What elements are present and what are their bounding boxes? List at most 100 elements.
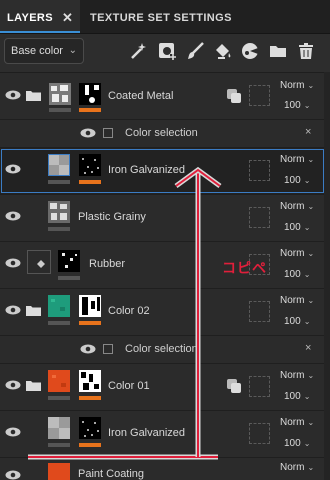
channel-select-value: Base color [11, 45, 63, 57]
close-icon[interactable]: × [305, 342, 311, 354]
layer-row[interactable]: Plastic Grainy Norm ⌄ 100 ⌄ [0, 195, 330, 242]
mask-bar [79, 180, 101, 184]
blend-mode[interactable]: Norm ⌄ [280, 154, 314, 165]
panel-tabs: LAYERS ✕ TEXTURE SET SETTINGS [0, 0, 330, 34]
opacity-value: 100 [284, 391, 301, 402]
empty-slot[interactable] [249, 85, 270, 106]
blend-mode[interactable]: Norm ⌄ [280, 417, 314, 428]
fill-layer-icon [27, 250, 51, 274]
fill-bucket-icon[interactable] [213, 41, 233, 61]
layer-name[interactable]: Paint Coating [78, 468, 144, 480]
eye-icon[interactable] [5, 470, 21, 480]
effect-checkbox[interactable] [103, 344, 113, 354]
blend-mode[interactable]: Norm ⌄ [280, 201, 314, 212]
effect-name[interactable]: Color selection [125, 343, 198, 355]
layer-row[interactable]: Paint Coating Norm ⌄ [0, 458, 330, 480]
channel-select[interactable]: Base color ⌄ [4, 38, 84, 64]
mask-bar [79, 443, 101, 447]
eye-icon[interactable] [5, 211, 21, 221]
layer-mask-thumbnail [79, 417, 101, 439]
empty-slot[interactable] [249, 160, 270, 181]
layer-name[interactable]: Iron Galvanized [108, 164, 185, 176]
eye-icon[interactable] [80, 128, 96, 138]
eye-icon[interactable] [5, 164, 21, 174]
folder-icon [26, 91, 41, 101]
layer-name[interactable]: Color 02 [108, 305, 150, 317]
opacity-value: 100 [284, 438, 301, 449]
trash-icon[interactable] [296, 41, 316, 61]
opacity[interactable]: 100 ⌄ [284, 100, 310, 111]
empty-slot[interactable] [249, 423, 270, 444]
blend-mode-value: Norm [280, 201, 305, 212]
blend-mode[interactable]: Norm ⌄ [280, 80, 314, 91]
eye-icon[interactable] [5, 90, 21, 100]
copy-icon[interactable] [226, 88, 242, 104]
blend-mode-value: Norm [280, 417, 305, 428]
opacity-value: 100 [284, 269, 301, 280]
active-tab-underline [0, 31, 80, 33]
opacity[interactable]: 100 ⌄ [284, 269, 310, 280]
mask-bar [79, 321, 101, 325]
layer-row[interactable]: Rubber Norm ⌄ 100 ⌄ [0, 242, 330, 289]
layer-mask-thumbnail [79, 83, 101, 105]
eye-icon[interactable] [5, 380, 21, 390]
opacity[interactable]: 100 ⌄ [284, 175, 310, 186]
blend-mode-value: Norm [280, 295, 305, 306]
layer-row[interactable]: Color 02 Norm ⌄ 100 ⌄ [0, 289, 330, 336]
layer-mask-thumbnail [79, 295, 101, 317]
effect-name[interactable]: Color selection [125, 127, 198, 139]
paint-brush-icon[interactable] [186, 41, 206, 61]
layer-name[interactable]: Iron Galvanized [108, 427, 185, 439]
folder-icon[interactable] [268, 41, 288, 61]
opacity[interactable]: 100 ⌄ [284, 438, 310, 449]
mask-effect-row[interactable]: Color selection × [0, 120, 330, 148]
blend-mode-value: Norm [280, 462, 305, 473]
opacity-value: 100 [284, 175, 301, 186]
effect-checkbox[interactable] [103, 128, 113, 138]
opacity[interactable]: 100 ⌄ [284, 222, 310, 233]
layer-name[interactable]: Plastic Grainy [78, 211, 146, 223]
blend-mode[interactable]: Norm ⌄ [280, 248, 314, 259]
empty-slot[interactable] [249, 207, 270, 228]
mask-effect-row[interactable]: Color selection × [0, 336, 330, 364]
blend-mode[interactable]: Norm ⌄ [280, 295, 314, 306]
layer-name[interactable]: Rubber [89, 258, 125, 270]
blend-mode[interactable]: Norm ⌄ [280, 462, 314, 473]
smart-material-icon[interactable] [240, 41, 260, 61]
eye-icon[interactable] [5, 258, 21, 268]
thumbnail-bar [48, 396, 70, 400]
layer-mask-thumbnail [79, 370, 101, 392]
magic-wand-icon[interactable] [128, 41, 148, 61]
thumbnail-bar [48, 443, 70, 447]
mask-bar [79, 108, 101, 112]
close-icon[interactable]: × [305, 126, 311, 138]
empty-slot[interactable] [249, 301, 270, 322]
scrollbar[interactable] [324, 72, 330, 480]
layer-row-selected[interactable]: Iron Galvanized Norm ⌄ 100 ⌄ [0, 148, 330, 195]
eye-icon[interactable] [80, 344, 96, 354]
layer-name[interactable]: Coated Metal [108, 90, 173, 102]
thumbnail-bar [49, 108, 71, 112]
blend-mode-value: Norm [280, 80, 305, 91]
eye-icon[interactable] [5, 305, 21, 315]
layer-row[interactable]: Iron Galvanized Norm ⌄ 100 ⌄ [0, 411, 330, 458]
layer-row[interactable]: Coated Metal Norm ⌄ 100 ⌄ [0, 73, 330, 120]
opacity-value: 100 [284, 100, 301, 111]
tab-layers[interactable]: LAYERS ✕ [0, 0, 80, 33]
layer-thumbnail [48, 295, 70, 317]
opacity-value: 100 [284, 222, 301, 233]
blend-mode[interactable]: Norm ⌄ [280, 370, 314, 381]
opacity[interactable]: 100 ⌄ [284, 391, 310, 402]
empty-slot[interactable] [249, 376, 270, 397]
tab-texture-set-settings[interactable]: TEXTURE SET SETTINGS [90, 0, 232, 33]
layer-row[interactable]: Color 01 Norm ⌄ 100 ⌄ [0, 364, 330, 411]
opacity-value: 100 [284, 316, 301, 327]
eye-icon[interactable] [5, 427, 21, 437]
layer-name[interactable]: Color 01 [108, 380, 150, 392]
layer-mask-thumbnail [58, 250, 80, 272]
layer-thumbnail [48, 154, 70, 176]
copy-icon[interactable] [226, 378, 242, 394]
opacity[interactable]: 100 ⌄ [284, 316, 310, 327]
add-mask-icon[interactable] [157, 41, 177, 61]
layer-thumbnail [49, 83, 71, 105]
